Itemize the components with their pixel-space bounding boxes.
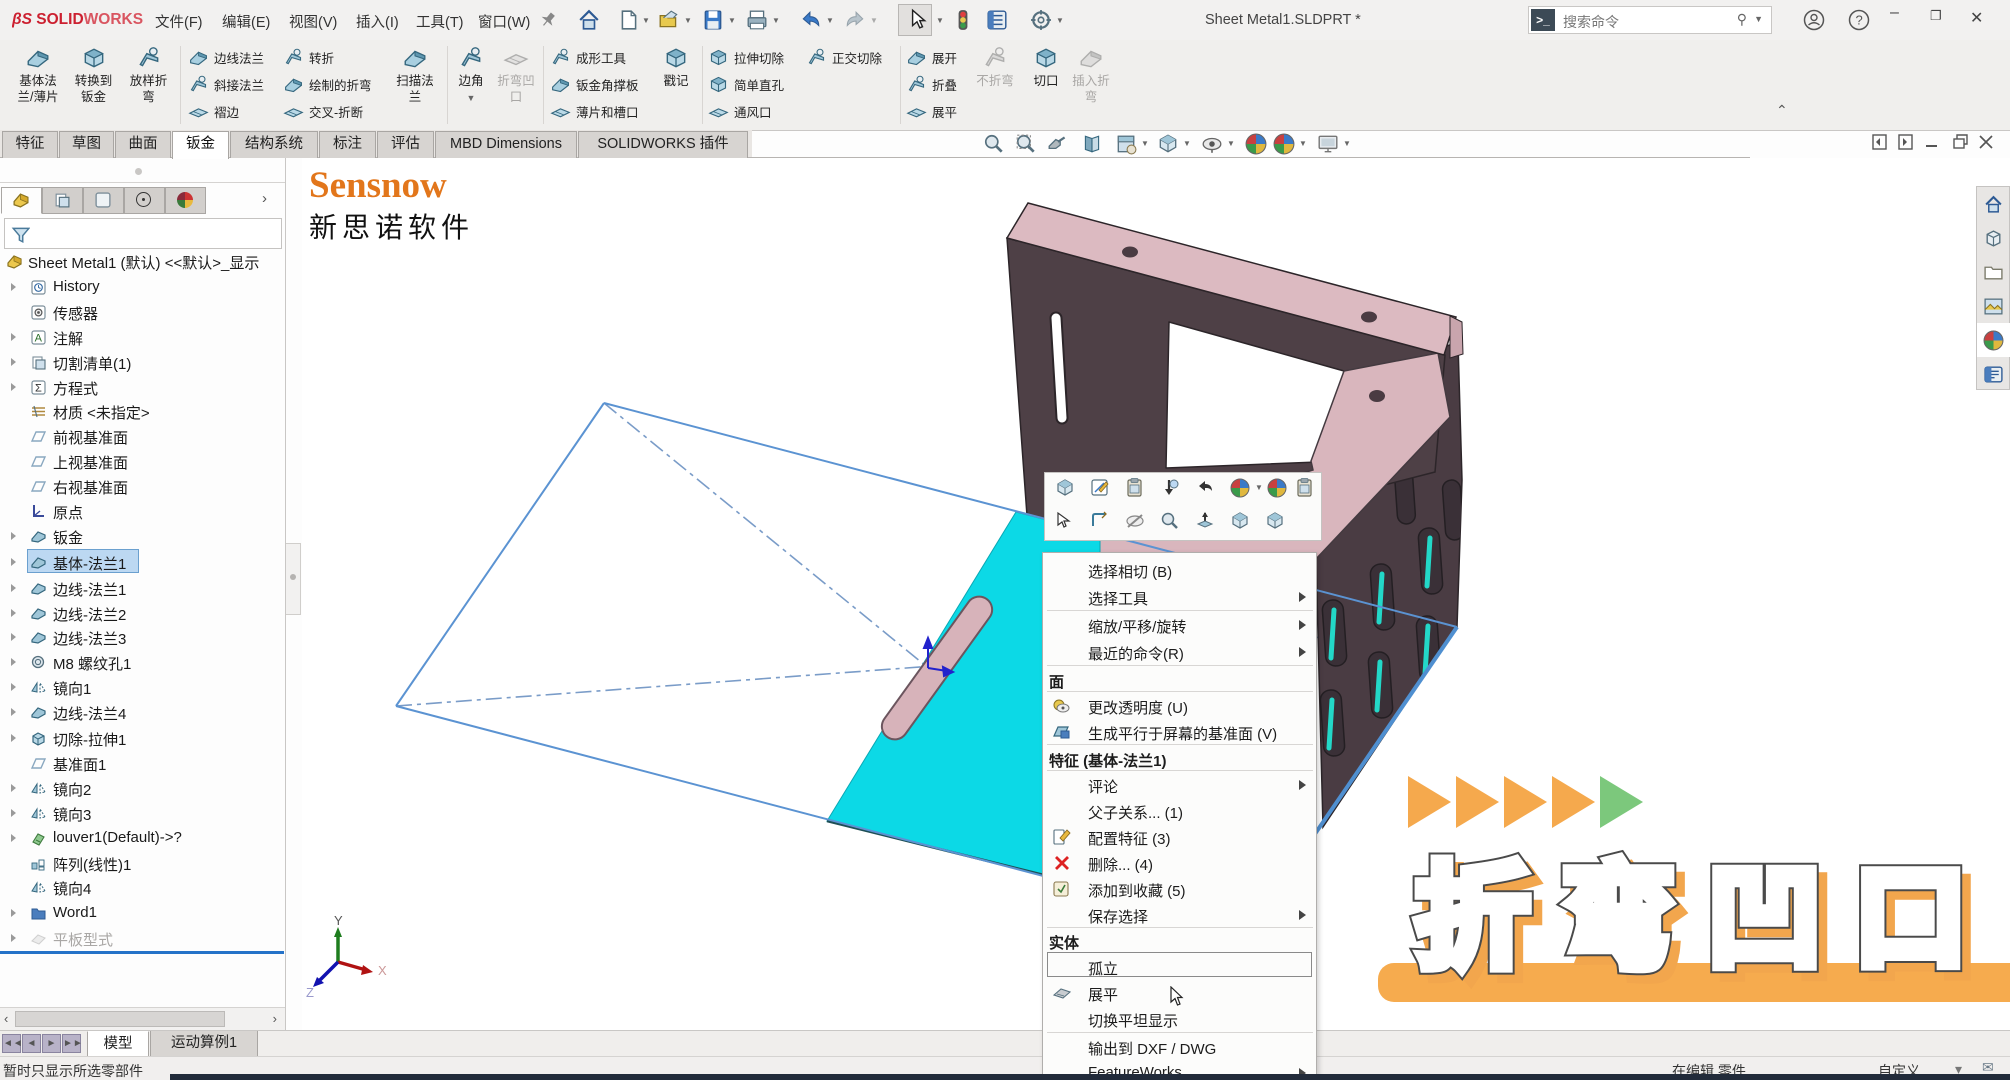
svg-text:折弯凹口: 折弯凹口 (1416, 855, 2000, 981)
svg-text:Y: Y (334, 913, 343, 928)
svg-text:Z: Z (306, 985, 314, 1000)
svg-text:X: X (378, 963, 387, 978)
svg-text:?: ? (1856, 13, 1863, 28)
